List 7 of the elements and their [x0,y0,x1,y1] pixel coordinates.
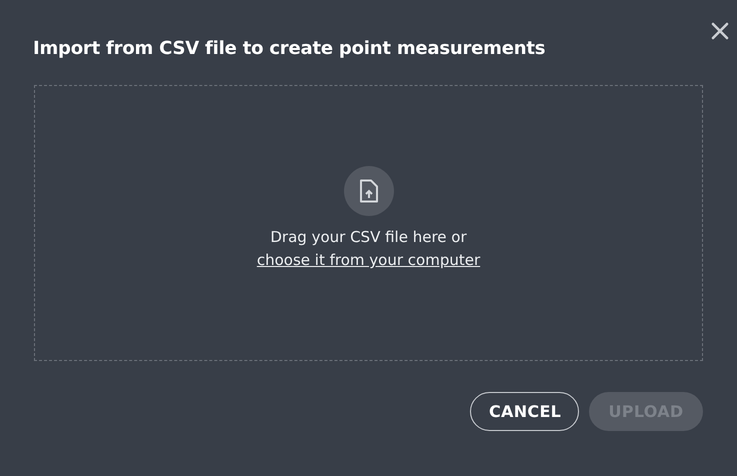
choose-file-link[interactable]: choose it from your computer [256,251,480,269]
drop-instruction: Drag your CSV file here or [270,228,467,246]
file-upload-icon [344,166,394,216]
dialog-title: Import from CSV file to create point measurements [33,38,546,59]
file-drop-zone[interactable]: Drag your CSV file here or choose it from your computer [34,85,703,361]
dialog-button[interactable]: CANCEL [470,392,579,431]
close-button[interactable] [711,22,729,40]
